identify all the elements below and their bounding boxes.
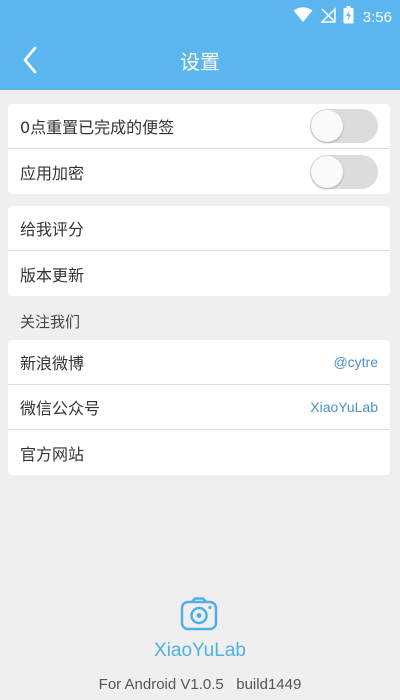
setting-row-app-lock: 应用加密 <box>8 149 390 194</box>
battery-charging-icon <box>343 6 354 28</box>
status-icons: 3:56 <box>293 0 392 34</box>
toggle-knob <box>311 155 343 188</box>
brand-name: XiaoYuLab <box>154 640 246 661</box>
rate-app-item[interactable]: 给我评分 <box>8 206 390 251</box>
weibo-label: 新浪微博 <box>20 354 85 373</box>
camera-icon <box>180 597 218 631</box>
app-lock-toggle[interactable] <box>310 154 378 189</box>
app-actions-card: 给我评分 版本更新 <box>8 206 390 296</box>
toggle-knob <box>311 110 343 142</box>
wechat-label: 微信公众号 <box>20 399 101 418</box>
setting-label-app-lock: 应用加密 <box>20 163 85 183</box>
reset-notes-toggle[interactable] <box>310 109 378 143</box>
wifi-icon <box>293 7 313 27</box>
follow-card: 新浪微博 @cytre 微信公众号 XiaoYuLab 官方网站 <box>8 340 390 475</box>
wechat-item[interactable]: 微信公众号 XiaoYuLab <box>8 385 390 430</box>
page-title: 设置 <box>180 50 220 74</box>
status-bar: 3:56 <box>0 0 400 34</box>
website-item[interactable]: 官方网站 <box>8 430 390 475</box>
status-time: 3:56 <box>362 8 392 26</box>
check-update-item[interactable]: 版本更新 <box>8 251 390 296</box>
follow-section-label: 关注我们 <box>20 313 81 331</box>
website-label: 官方网站 <box>20 444 85 464</box>
weibo-value: @cytre <box>333 354 378 370</box>
check-update-label: 版本更新 <box>20 265 85 285</box>
setting-label-reset-notes: 0点重置已完成的便签 <box>20 118 175 137</box>
setting-row-reset-notes: 0点重置已完成的便签 <box>8 104 390 149</box>
toggle-settings-card: 0点重置已完成的便签 应用加密 <box>8 104 390 194</box>
version-info: For Android V1.0.5 build1449 <box>98 676 302 693</box>
wechat-value: XiaoYuLab <box>310 399 378 415</box>
weibo-item[interactable]: 新浪微博 @cytre <box>8 340 390 385</box>
no-signal-icon <box>319 7 336 27</box>
rate-app-label: 给我评分 <box>20 220 85 239</box>
title-bar: 设置 <box>0 34 400 90</box>
